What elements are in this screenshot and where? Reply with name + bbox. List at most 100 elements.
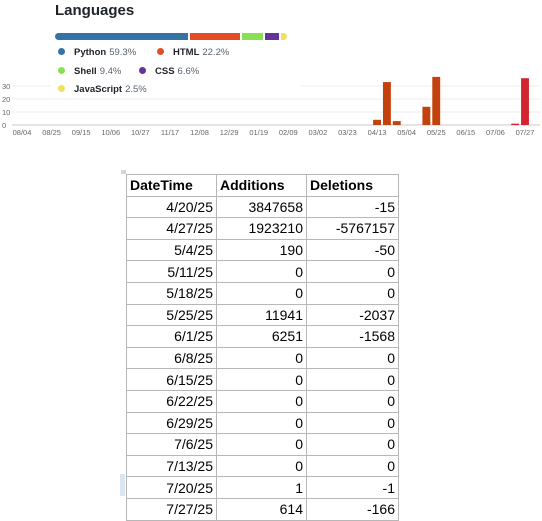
cell-deletions[interactable]: -2037 xyxy=(306,303,399,327)
cell-deletions[interactable]: 0 xyxy=(306,454,399,478)
table-row: 6/29/25 0 0 xyxy=(126,411,399,435)
y-tick-label: 0 xyxy=(2,121,6,130)
language-bar-segment xyxy=(264,33,280,40)
language-name: HTML xyxy=(173,47,200,58)
table-row: 7/27/25 614 -166 xyxy=(126,497,399,521)
table-row: 4/20/25 3847658 -15 xyxy=(126,195,399,219)
cell-deletions[interactable]: 0 xyxy=(306,411,399,435)
cell-datetime[interactable]: 6/8/25 xyxy=(126,346,217,370)
column-header-deletions[interactable]: Deletions xyxy=(306,174,399,197)
cell-additions[interactable]: 190 xyxy=(216,238,307,262)
x-tick-label: 03/02 xyxy=(308,128,327,137)
cell-deletions[interactable]: -15 xyxy=(306,195,399,219)
cell-datetime[interactable]: 6/22/25 xyxy=(126,389,217,413)
cell-additions[interactable]: 0 xyxy=(216,433,307,456)
column-header-additions[interactable]: Additions xyxy=(216,174,307,197)
table-row: 6/1/25 6251 -1568 xyxy=(126,325,399,348)
cell-deletions[interactable]: 0 xyxy=(306,389,399,413)
commit-bar xyxy=(511,123,520,125)
x-tick-label: 07/27 xyxy=(516,128,535,137)
cell-datetime[interactable]: 7/27/25 xyxy=(126,497,217,521)
cell-additions[interactable]: 0 xyxy=(216,389,307,413)
cell-additions[interactable]: 0 xyxy=(216,281,307,305)
cell-deletions[interactable]: 0 xyxy=(306,281,399,305)
cell-deletions[interactable]: -1 xyxy=(306,476,399,499)
cell-datetime[interactable]: 4/27/25 xyxy=(126,217,217,240)
cell-deletions[interactable]: 0 xyxy=(306,433,399,456)
cell-additions[interactable]: 0 xyxy=(216,346,307,370)
language-color-dot xyxy=(58,85,65,92)
x-tick-label: 12/29 xyxy=(220,128,239,137)
cell-deletions[interactable]: -5767157 xyxy=(306,217,399,240)
legend-item-javascript[interactable]: JavaScript 2.5% xyxy=(58,84,147,95)
cell-additions[interactable]: 3847658 xyxy=(216,195,307,219)
x-tick-label: 06/15 xyxy=(456,128,475,137)
cell-deletions[interactable]: -166 xyxy=(306,497,399,521)
cell-additions[interactable]: 1923210 xyxy=(216,217,307,240)
language-color-dot xyxy=(58,67,65,74)
x-tick-label: 03/23 xyxy=(338,128,357,137)
table-row: 5/4/25 190 -50 xyxy=(126,238,399,262)
table-row: 7/13/25 0 0 xyxy=(126,454,399,478)
language-percent: 59.3% xyxy=(109,47,137,58)
cell-datetime[interactable]: 4/20/25 xyxy=(126,195,217,219)
x-tick-label: 10/06 xyxy=(101,128,120,137)
cell-deletions[interactable]: 0 xyxy=(306,260,399,283)
cell-additions[interactable]: 0 xyxy=(216,260,307,283)
languages-panel: 0 10 20 30 08/04 08/25 09/15 10/06 10/27 11/17 12/… xyxy=(0,0,542,148)
commit-bar xyxy=(521,78,529,125)
language-bar-segment xyxy=(281,33,287,40)
y-tick-label: 20 xyxy=(2,95,10,104)
x-tick-label: 12/08 xyxy=(190,128,209,137)
language-percent: 2.5% xyxy=(125,84,147,95)
data-table: DateTime Additions Deletions 4/20/25 3847… xyxy=(126,174,399,521)
cell-additions[interactable]: 614 xyxy=(216,497,307,521)
legend-item-css[interactable]: CSS 6.6% xyxy=(139,66,199,77)
cell-deletions[interactable]: 0 xyxy=(306,346,399,370)
column-header-datetime[interactable]: DateTime xyxy=(126,174,217,197)
cell-datetime[interactable]: 7/6/25 xyxy=(126,433,217,456)
x-tick-label: 07/06 xyxy=(486,128,505,137)
x-tick-label: 08/04 xyxy=(13,128,32,137)
language-name: CSS xyxy=(155,66,175,77)
table-row: 5/18/25 0 0 xyxy=(126,281,399,305)
x-tick-label: 08/25 xyxy=(42,128,61,137)
x-tick-label: 09/15 xyxy=(72,128,91,137)
spreadsheet: DateTime Additions Deletions 4/20/25 3847… xyxy=(126,174,399,521)
cell-additions[interactable]: 0 xyxy=(216,368,307,391)
commit-bar xyxy=(392,121,401,125)
language-bar-segment xyxy=(189,33,240,40)
legend-item-python[interactable]: Python 59.3% xyxy=(58,47,136,58)
cell-datetime[interactable]: 7/20/25 xyxy=(126,476,217,499)
table-row: 5/11/25 0 0 xyxy=(126,260,399,283)
cell-additions[interactable]: 6251 xyxy=(216,325,307,348)
cell-datetime[interactable]: 6/15/25 xyxy=(126,368,217,391)
cell-additions[interactable]: 11941 xyxy=(216,303,307,327)
cell-datetime[interactable]: 5/18/25 xyxy=(126,281,217,305)
cell-datetime[interactable]: 6/29/25 xyxy=(126,411,217,435)
legend-item-shell[interactable]: Shell 9.4% xyxy=(58,66,121,77)
cell-datetime[interactable]: 5/4/25 xyxy=(126,238,217,262)
cell-deletions[interactable]: 0 xyxy=(306,368,399,391)
x-tick-label: 05/04 xyxy=(397,128,416,137)
cell-additions[interactable]: 0 xyxy=(216,411,307,435)
x-tick-label: 02/09 xyxy=(279,128,298,137)
cell-deletions[interactable]: -1568 xyxy=(306,325,399,348)
legend-item-html[interactable]: HTML 22.2% xyxy=(157,47,229,58)
cell-datetime[interactable]: 7/13/25 xyxy=(126,454,217,478)
cell-additions[interactable]: 0 xyxy=(216,454,307,478)
cell-datetime[interactable]: 5/25/25 xyxy=(126,303,217,327)
header-row: DateTime Additions Deletions xyxy=(126,174,399,197)
table-row: 7/6/25 0 0 xyxy=(126,433,399,456)
language-bar-segment xyxy=(241,33,263,40)
cell-deletions[interactable]: -50 xyxy=(306,238,399,262)
cell-datetime[interactable]: 5/11/25 xyxy=(126,260,217,283)
y-tick-label: 30 xyxy=(2,82,10,91)
language-bar-segment xyxy=(55,33,188,40)
commit-bar xyxy=(382,82,391,125)
y-tick-label: 10 xyxy=(2,108,10,117)
language-color-dot xyxy=(58,48,65,55)
cell-datetime[interactable]: 6/1/25 xyxy=(126,325,217,348)
languages-title: Languages xyxy=(55,2,135,19)
cell-additions[interactable]: 1 xyxy=(216,476,307,499)
